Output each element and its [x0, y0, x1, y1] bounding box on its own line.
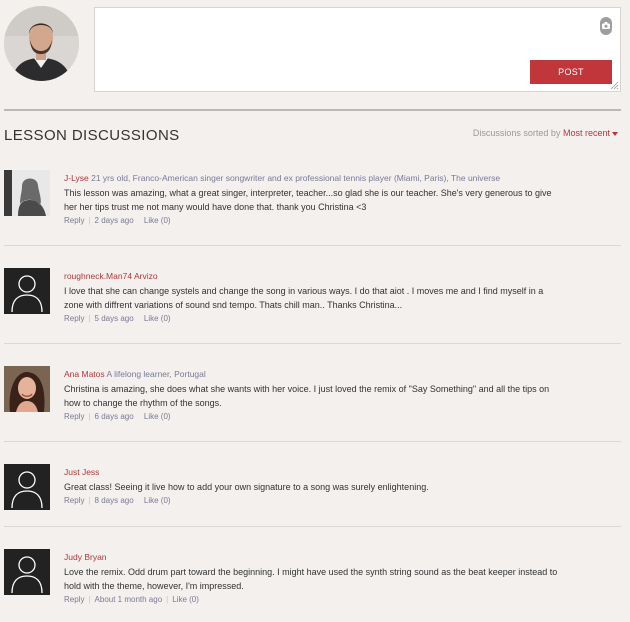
- comment-composer: POST: [0, 0, 630, 100]
- comment-divider: [4, 245, 621, 246]
- comment-author[interactable]: Just Jess: [64, 467, 99, 477]
- comment-actions: Reply | About 1 month ago | Like (0): [64, 594, 564, 606]
- sort-control: Discussions sorted by Most recent: [473, 128, 618, 138]
- default-user-icon: [4, 549, 50, 595]
- comment-meta: Judy Bryan: [64, 551, 564, 563]
- comment-timestamp: About 1 month ago: [94, 595, 163, 604]
- default-user-icon: [4, 268, 50, 314]
- comment-text: This lesson was amazing, what a great si…: [64, 188, 552, 212]
- comment-body: Just Jess Great class! Seeing it live ho…: [64, 466, 564, 507]
- comment-body: roughneck.Man74 Arvizo I love that she c…: [64, 270, 564, 325]
- comment-divider: [4, 343, 621, 344]
- comment-meta: J-Lyse 21 yrs old, Franco-American singe…: [64, 172, 564, 184]
- comment-actions: Reply | 6 days ago Like (0): [64, 411, 564, 423]
- section-title: LESSON DISCUSSIONS: [4, 127, 180, 144]
- comment-author[interactable]: roughneck.Man74 Arvizo: [64, 271, 158, 281]
- comment-meta: Just Jess: [64, 466, 564, 478]
- comment-timestamp: 2 days ago: [94, 216, 134, 225]
- comment-tagline: 21 yrs old, Franco-American singer songw…: [91, 173, 501, 183]
- comment-timestamp: 5 days ago: [94, 314, 134, 323]
- separator-spacer: [138, 216, 140, 225]
- separator-spacer: [138, 412, 140, 421]
- comment-text: Love the remix. Odd drum part toward the…: [64, 567, 558, 591]
- comment-text: Christina is amazing, she does what she …: [64, 384, 550, 408]
- separator: |: [88, 496, 91, 505]
- like-link[interactable]: Like (0): [172, 595, 199, 604]
- comment-author[interactable]: Ana Matos: [64, 369, 105, 379]
- comment-author[interactable]: Judy Bryan: [64, 552, 107, 562]
- separator-spacer: [138, 314, 140, 323]
- comment-body: Judy Bryan Love the remix. Odd drum part…: [64, 551, 564, 606]
- comment-meta: Ana Matos A lifelong learner, Portugal: [64, 368, 564, 380]
- post-button[interactable]: POST: [530, 60, 612, 84]
- comment-timestamp: 6 days ago: [94, 412, 134, 421]
- separator: |: [88, 314, 91, 323]
- current-user-avatar: [4, 6, 79, 81]
- comment-body: Ana Matos A lifelong learner, Portugal C…: [64, 368, 564, 423]
- separator: |: [88, 595, 91, 604]
- section-divider: [4, 109, 621, 111]
- like-link[interactable]: Like (0): [144, 412, 171, 421]
- comment-divider: [4, 526, 621, 527]
- resize-grip-icon[interactable]: [610, 81, 619, 90]
- reply-link[interactable]: Reply: [64, 496, 84, 505]
- reply-link[interactable]: Reply: [64, 314, 84, 323]
- like-link[interactable]: Like (0): [144, 496, 171, 505]
- avatar[interactable]: [4, 464, 50, 510]
- comment-body: J-Lyse 21 yrs old, Franco-American singe…: [64, 172, 564, 227]
- comment-divider: [4, 441, 621, 442]
- comment-actions: Reply | 2 days ago Like (0): [64, 215, 564, 227]
- separator: |: [88, 412, 91, 421]
- avatar[interactable]: [4, 268, 50, 314]
- default-user-icon: [4, 464, 50, 510]
- sort-dropdown[interactable]: Most recent: [563, 128, 618, 138]
- comment-textbox[interactable]: POST: [94, 7, 621, 92]
- sort-value[interactable]: Most recent: [563, 128, 610, 138]
- avatar[interactable]: [4, 549, 50, 595]
- comment-text: I love that she can change systels and c…: [64, 286, 544, 310]
- avatar[interactable]: [4, 170, 50, 216]
- comment-meta: roughneck.Man74 Arvizo: [64, 270, 564, 282]
- separator: |: [166, 595, 169, 604]
- camera-icon[interactable]: [600, 17, 612, 35]
- reply-link[interactable]: Reply: [64, 216, 84, 225]
- like-link[interactable]: Like (0): [144, 216, 171, 225]
- reply-link[interactable]: Reply: [64, 595, 84, 604]
- like-link[interactable]: Like (0): [144, 314, 171, 323]
- avatar[interactable]: [4, 366, 50, 412]
- reply-link[interactable]: Reply: [64, 412, 84, 421]
- sort-prefix: Discussions sorted by: [472, 128, 561, 138]
- comment-timestamp: 8 days ago: [94, 496, 134, 505]
- separator: |: [88, 216, 91, 225]
- comment-author[interactable]: J-Lyse: [64, 173, 89, 183]
- separator-spacer: [138, 496, 140, 505]
- comment-text: Great class! Seeing it live how to add y…: [64, 482, 429, 492]
- comment-actions: Reply | 8 days ago Like (0): [64, 495, 564, 507]
- comment-tagline: A lifelong learner, Portugal: [106, 369, 206, 379]
- chevron-down-icon[interactable]: [612, 131, 618, 136]
- comment-actions: Reply | 5 days ago Like (0): [64, 313, 564, 325]
